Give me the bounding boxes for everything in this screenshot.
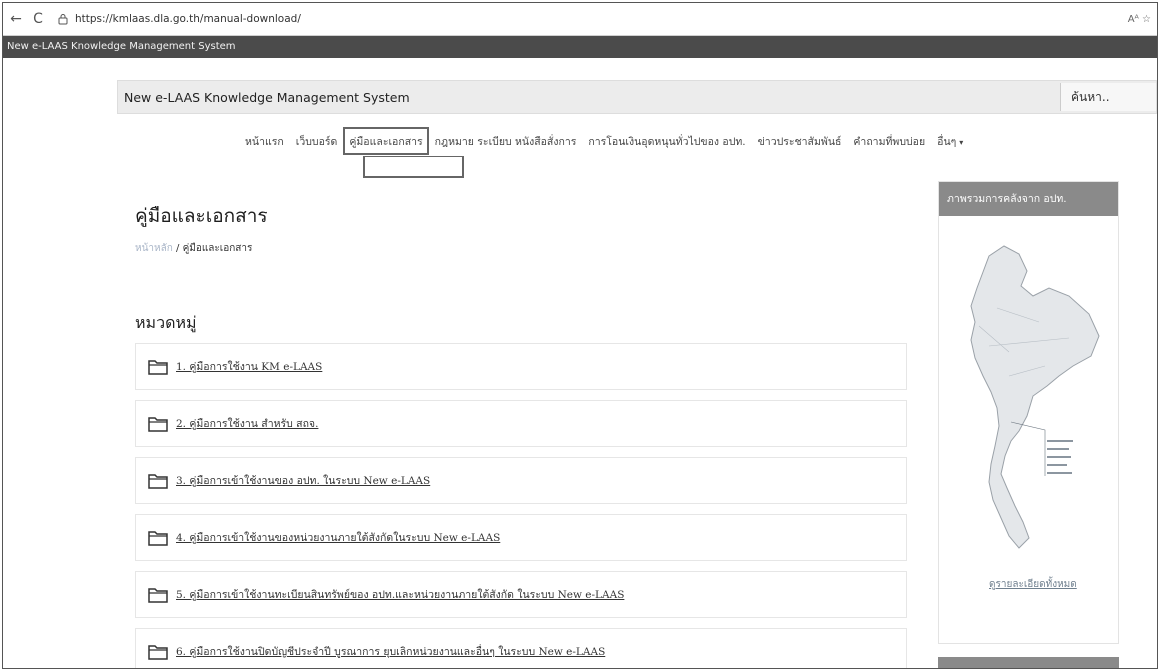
browser-actions[interactable]: Aᴬ ☆ [1128,14,1157,25]
nav-item-transfers[interactable]: การโอนเงินอุดหนุนทั่วไปของ อปท. [582,133,751,150]
section-title: หมวดหมู่ [135,313,197,332]
folder-icon [148,359,168,375]
sidebar-map-title: ภาพรวมการคลังจาก อปท. [939,182,1118,216]
list-item[interactable]: 5. คู่มือการเข้าใช้งานทะเบียนสินทรัพย์ขอ… [135,571,907,618]
list-item[interactable]: 2. คู่มือการใช้งาน สำหรับ สถจ. [135,400,907,447]
list-item[interactable]: 3. คู่มือการเข้าใช้งานของ อปท. ในระบบ Ne… [135,457,907,504]
main-nav: หน้าแรก เว็บบอร์ด คู่มือและเอกสาร กฎหมาย… [239,127,969,155]
nav-dropdown-box [363,156,464,178]
back-icon[interactable]: ← [5,11,27,27]
category-link[interactable]: 3. คู่มือการเข้าใช้งานของ อปท. ในระบบ Ne… [176,472,430,489]
category-list: 1. คู่มือการใช้งาน KM e-LAAS 2. คู่มือกา… [135,343,907,668]
site-header: New e-LAAS Knowledge Management System ค… [117,80,1157,114]
sidebar-map-card: ภาพรวมการคลังจาก อปท. ดูรายละเอียดทั้งหม… [938,181,1119,644]
breadcrumb: หน้าหลัก / คู่มือและเอกสาร [135,241,252,256]
browser-address-bar: ← C https://kmlaas.dla.go.th/manual-down… [3,3,1157,36]
folder-icon [148,587,168,603]
folder-icon [148,416,168,432]
nav-item-more[interactable]: อื่นๆ ▾ [931,133,969,150]
site-title[interactable]: New e-LAAS Knowledge Management System [118,90,410,105]
category-link[interactable]: 1. คู่มือการใช้งาน KM e-LAAS [176,358,322,375]
list-item[interactable]: 6. คู่มือการใช้งานปิดบัญชีประจำปี บูรณาก… [135,628,907,668]
screenshot-frame: ← C https://kmlaas.dla.go.th/manual-down… [2,2,1158,669]
list-item[interactable]: 1. คู่มือการใช้งาน KM e-LAAS [135,343,907,390]
category-link[interactable]: 2. คู่มือการใช้งาน สำหรับ สถจ. [176,415,318,432]
breadcrumb-separator: / [172,243,183,254]
nav-item-laws[interactable]: กฎหมาย ระเบียบ หนังสือสั่งการ [429,133,583,150]
category-link[interactable]: 5. คู่มือการเข้าใช้งานทะเบียนสินทรัพย์ขอ… [176,586,624,603]
nav-more-label: อื่นๆ [937,135,957,148]
nav-item-faq[interactable]: คำถามที่พบบ่อย [847,133,931,150]
folder-icon [148,530,168,546]
folder-icon [148,644,168,660]
breadcrumb-home-link[interactable]: หน้าหลัก [135,243,173,254]
thailand-map-image[interactable] [949,226,1109,566]
map-view-all-link[interactable]: ดูรายละเอียดทั้งหมด [989,577,1077,592]
system-title-bar: New e-LAAS Knowledge Management System [3,36,1157,58]
sidebar-news-title: ข่าวสาร/กิจกรรม สำคัญ [938,657,1119,668]
nav-item-home[interactable]: หน้าแรก [239,133,290,150]
category-link[interactable]: 4. คู่มือการเข้าใช้งานของหน่วยงานภายใต้ส… [176,529,500,546]
search-input[interactable]: ค้นหา.. [1060,83,1156,111]
chevron-down-icon: ▾ [959,137,964,147]
sidebar-news-card: ข่าวสาร/กิจกรรม สำคัญ [938,657,1119,668]
refresh-icon[interactable]: C [27,11,49,27]
breadcrumb-current: คู่มือและเอกสาร [182,243,253,254]
list-item[interactable]: 4. คู่มือการเข้าใช้งานของหน่วยงานภายใต้ส… [135,514,907,561]
url-field[interactable]: https://kmlaas.dla.go.th/manual-download… [75,13,301,25]
nav-item-manuals[interactable]: คู่มือและเอกสาร [343,127,429,155]
page-title: คู่มือและเอกสาร [135,205,268,227]
main-content: คู่มือและเอกสาร หน้าหลัก / คู่มือและเอกส… [121,181,921,668]
nav-item-news[interactable]: ข่าวประชาสัมพันธ์ [752,133,848,150]
folder-icon [148,473,168,489]
category-link[interactable]: 6. คู่มือการใช้งานปิดบัญชีประจำปี บูรณาก… [176,643,605,660]
nav-item-webboard[interactable]: เว็บบอร์ด [290,133,344,150]
lock-icon [55,11,71,27]
